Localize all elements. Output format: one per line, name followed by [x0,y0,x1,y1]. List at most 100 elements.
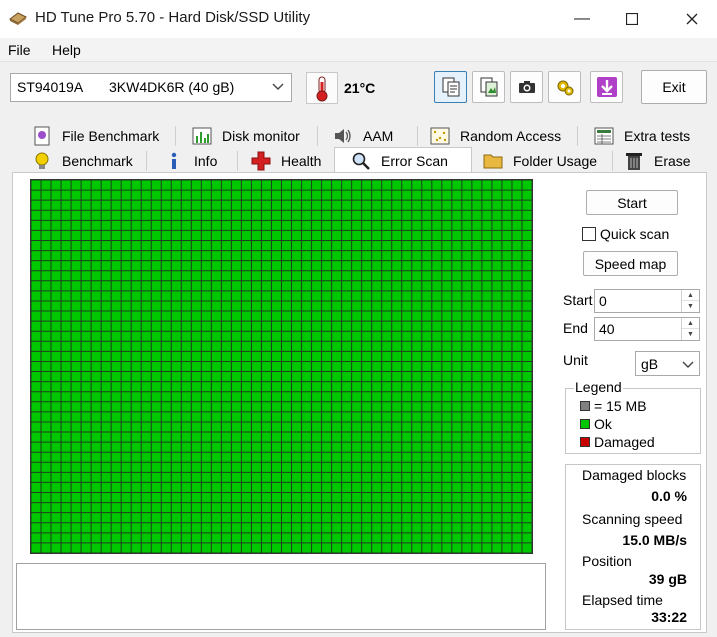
copy-screenshot-icon [480,77,497,97]
quick-scan-checkbox[interactable] [582,227,596,241]
chevron-down-icon [682,361,694,368]
menu-file[interactable]: File [8,42,31,58]
legend-swatch-green [580,419,590,429]
chevron-down-icon [272,83,284,90]
tabs-row-top: File Benchmark Disk monitor AAM Random A… [12,124,707,148]
legend-item-block-size: = 15 MB [580,398,647,414]
tab-folder-usage-label: Folder Usage [513,153,598,169]
tab-file-benchmark[interactable]: File Benchmark [32,124,159,148]
tab-erase[interactable]: Erase [624,149,691,173]
maximize-button[interactable] [607,0,657,38]
file-benchmark-icon [34,126,50,146]
tab-health-label: Health [281,153,322,169]
tab-separator [175,126,176,146]
tab-separator [577,126,578,146]
unit-label: Unit [563,352,588,368]
tab-benchmark[interactable]: Benchmark [32,149,133,173]
thermometer-icon [316,76,328,102]
extra-tests-icon [594,127,614,145]
legend-damaged-label: Damaged [594,434,655,450]
tab-separator [146,151,147,171]
legend-ok-label: Ok [594,416,612,432]
tab-separator [317,126,318,146]
window-title: HD Tune Pro 5.70 - Hard Disk/SSD Utility [35,9,311,26]
range-start-spinner[interactable]: ▲ ▼ [681,290,699,312]
quick-scan-label: Quick scan [600,226,670,242]
spin-down-icon[interactable]: ▼ [682,301,699,312]
tab-health[interactable]: Health [251,149,321,173]
quick-scan-checkbox-row[interactable]: Quick scan [582,226,669,242]
position-value: 39 gB [648,571,687,587]
tab-disk-monitor-label: Disk monitor [222,128,300,144]
options-button[interactable] [548,71,581,103]
spin-up-icon[interactable]: ▲ [682,318,699,329]
range-end-label: End [563,320,588,336]
tab-benchmark-label: Benchmark [62,153,133,169]
start-button[interactable]: Start [586,190,678,215]
range-end-spinner[interactable]: ▲ ▼ [681,318,699,340]
spin-down-icon[interactable]: ▼ [682,329,699,340]
scanning-speed-value: 15.0 MB/s [622,532,687,548]
close-icon [686,13,698,25]
info-icon [171,152,177,169]
copy-screenshot-button[interactable] [472,71,505,103]
position-label: Position [582,553,632,569]
menu-bar: File Help [0,38,717,62]
tab-file-benchmark-label: File Benchmark [62,128,160,144]
tab-erase-label: Erase [654,153,691,169]
tab-random-access-label: Random Access [460,128,562,144]
copy-info-button[interactable] [434,71,467,103]
benchmark-icon [35,152,49,169]
tabs-row-bottom: Benchmark Info Health Error Scan Folder … [12,147,707,173]
range-start-value: 0 [599,293,607,309]
range-end-input[interactable]: 40 ▲ ▼ [594,317,700,341]
tab-aam[interactable]: AAM [333,124,393,148]
tab-info[interactable]: Info [164,149,217,173]
elapsed-time-value: 33:22 [651,609,687,625]
trash-icon [626,153,642,170]
speed-map-button[interactable]: Speed map [583,251,678,276]
unit-select[interactable]: gB [635,351,700,376]
toolbar: ST94019A 3KW4DK6R (40 gB) 21°C Exit [0,62,717,114]
menu-help[interactable]: Help [52,42,81,58]
app-disk-icon [9,12,27,25]
drive-serial: 3KW4DK6R (40 gB) [109,79,235,95]
range-start-input[interactable]: 0 ▲ ▼ [594,289,700,313]
scan-log-box [16,563,546,630]
temperature-indicator [306,72,338,104]
unit-value: gB [641,356,659,372]
random-access-icon [430,127,450,145]
legend-item-damaged: Damaged [580,434,655,450]
tab-error-scan[interactable]: Error Scan [334,147,472,173]
tab-info-label: Info [194,153,218,169]
disk-monitor-icon [192,127,212,145]
tab-folder-usage[interactable]: Folder Usage [483,149,597,173]
minimize-button[interactable]: — [557,0,607,38]
tab-extra-tests[interactable]: Extra tests [594,124,690,148]
range-end-value: 40 [599,321,615,337]
magnifier-icon [352,152,370,170]
legend-title: Legend [574,379,623,395]
tab-random-access[interactable]: Random Access [430,124,561,148]
close-button[interactable] [667,0,717,38]
tab-error-scan-label: Error Scan [381,152,448,169]
drive-select[interactable]: ST94019A 3KW4DK6R (40 gB) [10,73,292,102]
legend-swatch-gray [580,401,590,411]
spin-up-icon[interactable]: ▲ [682,290,699,301]
maximize-icon [626,13,638,25]
tab-separator [237,151,238,171]
legend-swatch-red [580,437,590,447]
screenshot-button[interactable] [510,71,543,103]
legend-block-size-label: = 15 MB [594,398,647,414]
copy-info-icon [442,77,459,97]
camera-icon [518,81,535,93]
health-cross-icon [251,151,271,171]
exit-button[interactable]: Exit [641,70,707,104]
range-start-label: Start [563,292,593,308]
drive-model: ST94019A [17,79,84,95]
save-button[interactable] [590,71,623,103]
damaged-blocks-value: 0.0 % [651,488,687,504]
scanning-speed-label: Scanning speed [582,511,683,527]
tab-disk-monitor[interactable]: Disk monitor [192,124,300,148]
tab-extra-tests-label: Extra tests [624,128,691,144]
